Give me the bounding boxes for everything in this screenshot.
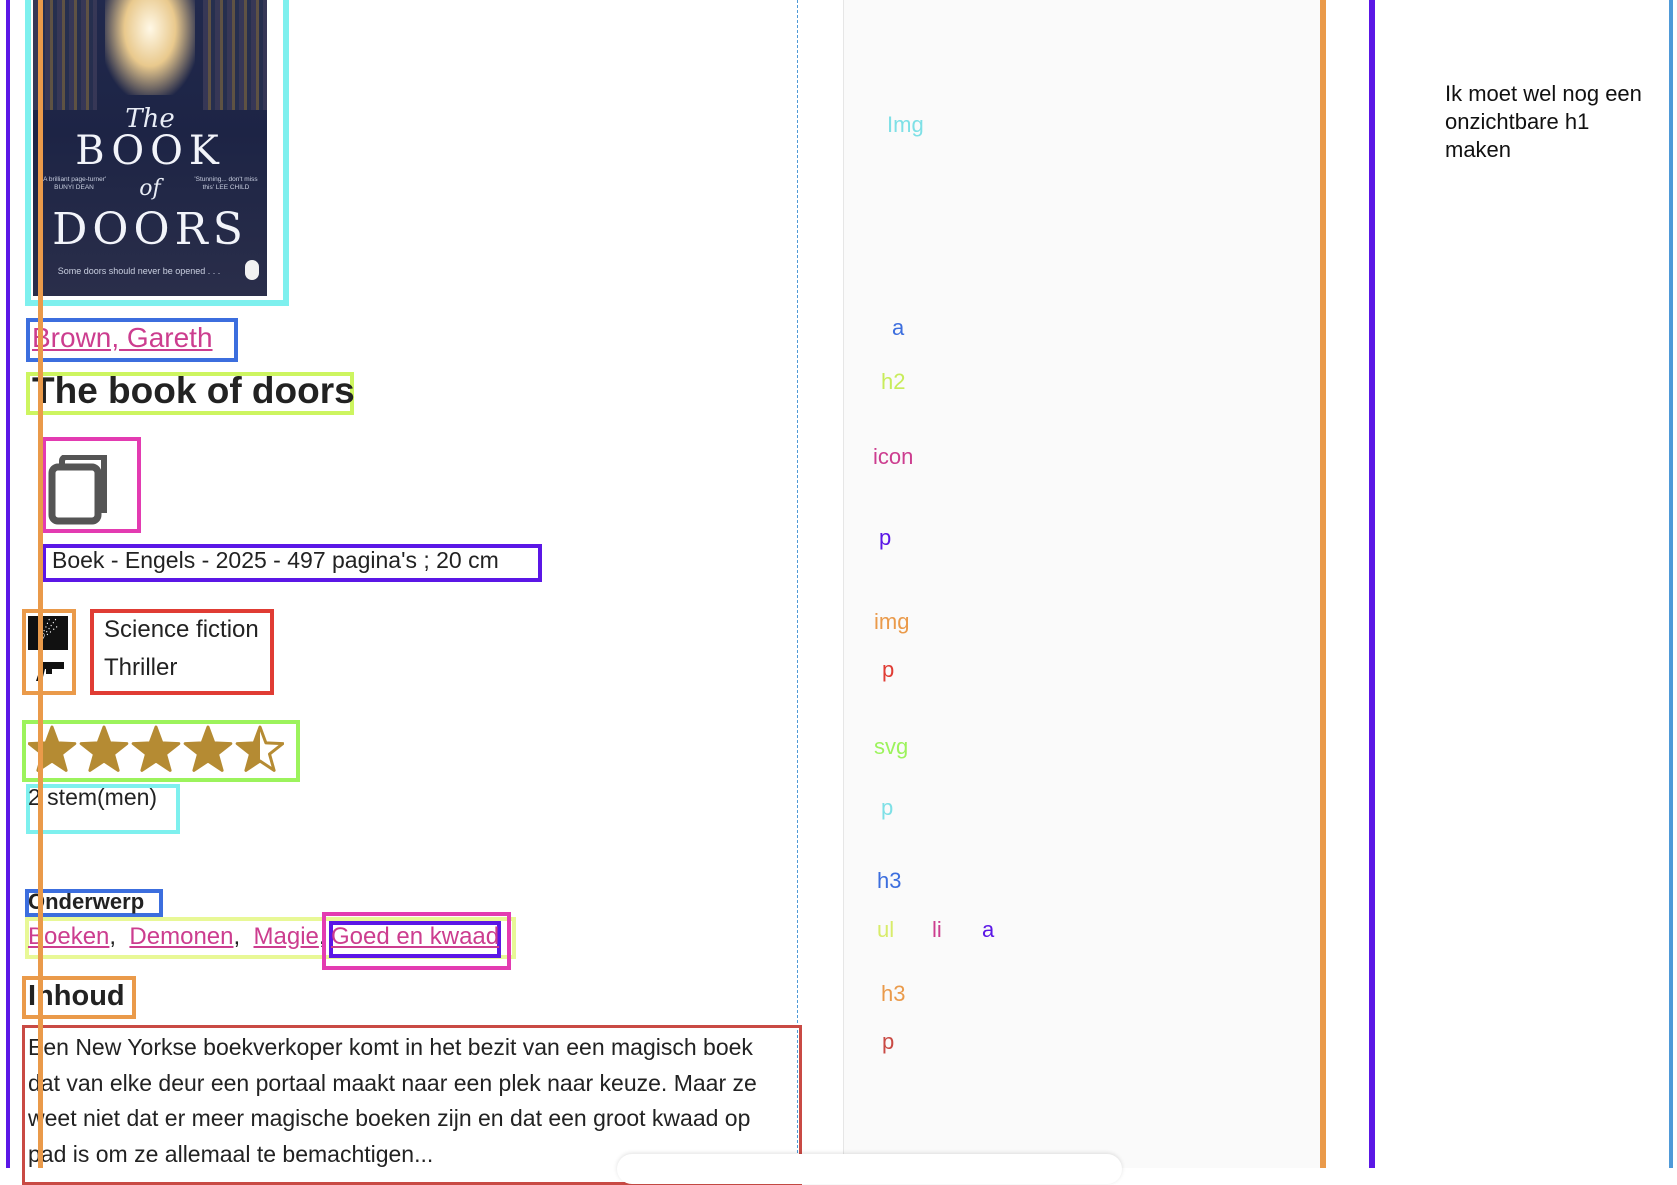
subject-link-magie[interactable]: Magie (254, 923, 319, 950)
cover-glow (105, 0, 195, 95)
floating-toolbar-edge (617, 1154, 1122, 1184)
vote-count: 2 stem(men) (28, 784, 158, 810)
subject-heading: Onderwerp (28, 889, 145, 914)
book-icon (48, 455, 107, 525)
annotation-img-genre: img (874, 609, 910, 634)
subject-link-goed-en-kwaad[interactable]: Goed en kwaad (331, 923, 499, 951)
star-icon-1 (29, 727, 75, 771)
annotation-img: Img (887, 112, 924, 137)
guide-line-orange (38, 0, 43, 1168)
annotation-p-votes: p (881, 795, 894, 820)
subject-list: Boeken, Demonen, Magie, (28, 923, 326, 950)
star-icon-4 (185, 727, 231, 771)
annotation-panel (843, 0, 1324, 1168)
annotation-a: a (892, 315, 905, 340)
format-text: Boek - Engels - 2025 - 497 pagina's ; 20… (52, 547, 499, 573)
annotation-a-link: a (982, 917, 995, 942)
annotation-p-genre: p (882, 657, 895, 682)
cover-shelf-right (203, 0, 267, 110)
book-title: The book of doors (32, 370, 355, 411)
annotation-li: li (932, 917, 942, 942)
annotation-p-content: p (882, 1029, 895, 1054)
annotation-h2: h2 (881, 369, 906, 394)
star-rating (28, 725, 284, 772)
cover-title-of: of (139, 176, 161, 201)
star-icon-3 (133, 727, 179, 771)
science-fiction-icon: ☄ (28, 616, 68, 650)
frame-line-orange (1320, 0, 1326, 1168)
annotation-ul: ul (877, 917, 895, 942)
author-link[interactable]: Brown, Gareth (32, 322, 213, 354)
cover-title-doors: DOORS (52, 204, 248, 255)
genre-thriller: Thriller (104, 654, 178, 681)
star-icon-2 (81, 727, 127, 771)
book-cover-image[interactable]: The BOOK 'A brilliant page-turner' BUNYI… (33, 0, 267, 296)
subject-link-demonen[interactable]: Demonen (129, 923, 233, 950)
annotation-svg: svg (874, 734, 909, 759)
description-text: Een New Yorkse boekverkoper komt in het … (28, 1034, 757, 1167)
annotation-p-format: p (879, 525, 892, 550)
publisher-logo-icon (245, 260, 259, 280)
outer-frame-line (6, 0, 10, 1168)
cover-title-book: BOOK (75, 128, 225, 174)
side-note: Ik moet wel nog een onzichtbare h1 maken (1445, 81, 1642, 162)
annotation-icon: icon (873, 444, 914, 469)
cover-tagline: Some doors should never be opened . . . (57, 266, 221, 276)
genre-science-fiction: Science fiction (104, 616, 259, 643)
annotation-h3-content: h3 (881, 981, 906, 1006)
annotation-h3-subject: h3 (877, 868, 902, 893)
frame-line-purple (1369, 0, 1375, 1168)
column-divider (797, 0, 798, 1168)
frame-line-blue (1669, 0, 1673, 1168)
